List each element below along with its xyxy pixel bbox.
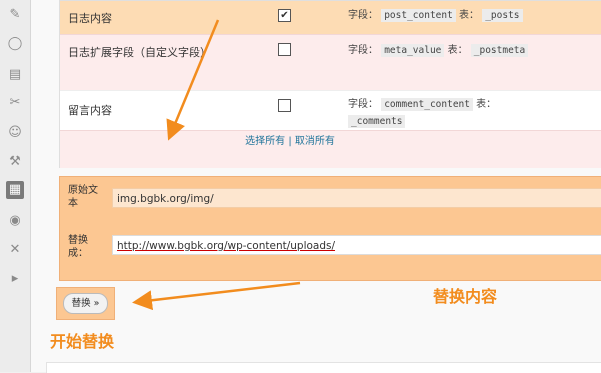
original-text-input[interactable]: img.bgbk.org/img/	[112, 188, 601, 208]
replace-form: 原始文本 img.bgbk.org/img/ 替换成： http://www.b…	[59, 176, 601, 281]
comment-bubble-icon[interactable]: ◯	[6, 35, 24, 53]
start-replace-annotation: 开始替换	[50, 332, 115, 351]
pin-icon[interactable]: ✎	[6, 6, 24, 24]
admin-sidebar: ✎ ◯ ▤ ✂ ☺ ⚒ ▦ ◉ ✕ ▸	[0, 0, 31, 372]
table-row: 日志扩展字段（自定义字段） 字段： meta_value 表： _postmet…	[60, 34, 601, 91]
plugin-icon[interactable]: ✂	[6, 94, 24, 112]
separator: |	[288, 136, 292, 147]
deselect-all-link[interactable]: 取消所有	[295, 136, 335, 147]
replace-button[interactable]: 替换 »	[63, 293, 108, 314]
table-footer: 选择所有 | 取消所有	[60, 130, 601, 168]
post-content-checkbox[interactable]: ✔	[278, 9, 291, 22]
original-text-label: 原始文本	[68, 185, 98, 209]
table-row: 日志内容 ✔ 字段： post_content 表： _posts	[60, 1, 601, 34]
wordpress-icon[interactable]: ◉	[6, 212, 24, 230]
page-icon[interactable]: ▤	[6, 66, 24, 84]
row-name: 留言内容	[68, 104, 112, 117]
bottom-panel-edge	[46, 362, 601, 373]
replace-content-annotation: 替换内容	[433, 287, 498, 306]
replace-with-input[interactable]: http://www.bgbk.org/wp-content/uploads/	[112, 235, 601, 255]
field-info: 字段： meta_value 表： _postmeta	[348, 42, 529, 59]
table-row: 留言内容 字段： comment_content 表： _comments	[60, 90, 601, 131]
postmeta-checkbox[interactable]	[278, 43, 291, 56]
replace-with-label: 替换成：	[68, 235, 88, 259]
select-links: 选择所有 | 取消所有	[240, 135, 340, 149]
replace-button-highlight: 替换 »	[56, 287, 115, 320]
comments-checkbox[interactable]	[278, 99, 291, 112]
settings-icon[interactable]: ✕	[6, 241, 24, 259]
active-tool-icon[interactable]: ▦	[6, 181, 24, 199]
tools-icon[interactable]: ⚒	[6, 153, 24, 171]
search-scope-table: 日志内容 ✔ 字段： post_content 表： _posts 日志扩展字段…	[59, 0, 601, 168]
users-icon[interactable]: ☺	[6, 124, 24, 142]
collapse-icon[interactable]: ▸	[6, 270, 24, 288]
field-info: 字段： post_content 表： _posts	[348, 7, 523, 24]
field-info: 字段： comment_content 表： _comments	[348, 98, 497, 128]
select-all-link[interactable]: 选择所有	[245, 136, 285, 147]
row-name: 日志内容	[68, 12, 112, 25]
row-name: 日志扩展字段（自定义字段）	[68, 46, 211, 59]
main-content: 日志内容 ✔ 字段： post_content 表： _posts 日志扩展字段…	[31, 0, 601, 373]
